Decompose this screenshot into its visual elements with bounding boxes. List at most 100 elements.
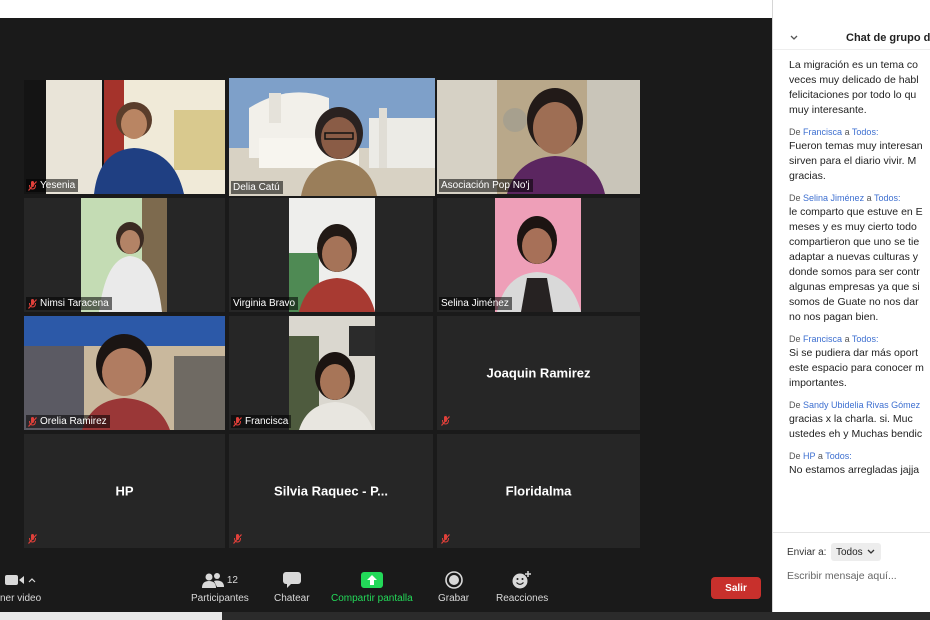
message-text: le comparto que estuve en E meses y es m… [789,206,923,323]
record-label: Grabar [438,593,470,604]
participant-video [24,198,225,312]
participant-name: HP [115,483,134,499]
participant-name: Delia Catú [233,182,280,193]
participant-name: Francisca [245,416,289,427]
video-gallery: Yesenia Delia Catú Asociación Pop No'j N… [0,18,772,566]
send-to-label: Enviar a: [787,547,827,558]
message-recipient[interactable]: Todos: [852,334,879,344]
participant-tile-floridalma[interactable]: Floridalma [437,434,640,548]
message-meta: De Francisca a Todos: [789,334,879,344]
participant-video [229,78,435,196]
participant-tile-joaquin-ramirez[interactable]: Joaquin Ramirez [437,316,640,430]
mic-muted-icon [441,416,450,426]
participants-icon [201,573,224,588]
zoom-meeting-window: Yesenia Delia Catú Asociación Pop No'j N… [0,0,930,620]
message-meta: De Sandy Ubidelia Rivas Gómez [789,400,921,410]
message-recipient[interactable]: Todos: [874,193,901,203]
meeting-controls: ner video 12 Participantes Chatear Compa… [0,566,772,612]
participant-tile-nimsi-taracena[interactable]: Nimsi Taracena [24,198,225,312]
record-button[interactable]: Grabar [438,569,469,604]
chevron-down-icon[interactable] [789,34,799,42]
message-sender[interactable]: Francisca [803,334,842,344]
participant-video [437,198,640,312]
mic-muted-icon [28,298,37,309]
participant-tile-delia-catu[interactable]: Delia Catú [229,78,435,196]
participant-video [437,80,640,194]
message-sender[interactable]: Francisca [803,127,842,137]
participant-name: Floridalma [505,483,572,499]
mic-muted-icon [28,180,37,191]
share-screen-button[interactable]: Compartir pantalla [331,569,413,604]
message-recipient[interactable]: Todos: [852,127,879,137]
participant-tile-orelia-ramirez[interactable]: Orelia Ramirez [24,316,225,430]
participants-button[interactable]: 12 Participantes [191,569,249,604]
participant-label: Francisca [231,415,292,428]
participant-name: Asociación Pop No'j [441,180,530,191]
participant-tile-silvia-raquec[interactable]: Silvia Raquec - P... [229,434,433,548]
participant-label: Asociación Pop No'j [439,179,533,192]
message-meta: De HP a Todos: [789,451,852,461]
participants-label: Participantes [191,593,249,604]
chat-message: De HP a Todos: No estamos arregladas jaj… [789,450,930,478]
chat-bubble-icon [282,572,301,588]
participant-name: Orelia Ramirez [40,416,107,427]
participant-video [229,316,433,430]
participant-video [24,316,225,430]
reactions-button[interactable]: Reacciones [496,569,548,604]
participant-tile-selina-jimenez[interactable]: Selina Jiménez [437,198,640,312]
participant-video [229,198,433,312]
send-to-value: Todos [836,546,863,558]
chat-message-input[interactable]: Escribir mensaje aquí... [787,570,927,582]
message-recipient[interactable]: Todos: [825,451,852,461]
participant-name: Yesenia [40,180,76,191]
participant-tile-hp[interactable]: HP [24,434,225,548]
chevron-up-icon[interactable] [28,577,36,583]
participant-tile-asociacion-pop-noj[interactable]: Asociación Pop No'j [437,80,640,194]
chat-message: De Francisca a Todos: Si se pudiera dar … [789,333,930,391]
os-taskbar [0,612,930,620]
chat-message: De Selina Jiménez a Todos: le comparto q… [789,192,930,325]
chat-header: Chat de grupo d [773,0,930,50]
message-text: Si se pudiera dar más oport este espacio… [789,347,924,389]
chat-label: Chatear [274,593,310,604]
mic-muted-icon [233,534,242,544]
message-meta: De Selina Jiménez a Todos: [789,193,901,203]
chat-message: La migración es un tema co veces muy del… [789,58,930,118]
share-screen-icon [360,572,383,588]
reactions-label: Reacciones [496,593,549,604]
participant-label: Delia Catú [231,181,283,194]
message-sender[interactable]: Selina Jiménez [803,193,864,203]
leave-button[interactable]: Salir [711,577,761,599]
chat-title: Chat de grupo d [846,32,930,44]
participant-label: Orelia Ramirez [26,415,110,428]
message-text: Fueron temas muy interesan sirven para e… [789,140,923,182]
chat-panel: Chat de grupo d La migración es un tema … [772,0,930,612]
participant-label: Yesenia [26,179,79,192]
participants-count: 12 [226,574,238,586]
message-sender[interactable]: HP [803,451,815,461]
participant-tile-yesenia[interactable]: Yesenia [24,80,225,194]
chat-button[interactable]: Chatear [274,569,310,604]
mic-muted-icon [28,416,37,427]
video-button[interactable]: ner video [0,569,41,604]
video-camera-icon [5,575,25,585]
participant-label: Nimsi Taracena [26,297,112,310]
message-text: gracias x la charla. si. Muc ustedes eh … [789,413,923,440]
mic-muted-icon [441,534,450,544]
participant-tile-virginia-bravo[interactable]: Virginia Bravo [229,198,433,312]
chat-compose: Enviar a: Todos Escribir mensaje aquí... [773,532,930,612]
video-label: ner video [0,593,42,604]
taskbar-search-area [0,612,222,620]
send-to-dropdown[interactable]: Todos [831,543,881,561]
participant-name: Selina Jiménez [441,298,509,309]
mic-muted-icon [28,534,37,544]
chevron-down-icon [867,549,875,554]
chat-message: De Francisca a Todos: Fueron temas muy i… [789,126,930,184]
participant-name: Joaquin Ramirez [486,365,591,381]
share-screen-label: Compartir pantalla [331,593,413,604]
smiley-plus-icon [512,571,532,589]
participant-name: Virginia Bravo [233,298,296,309]
message-sender[interactable]: Sandy Ubidelia Rivas Gómez [803,400,920,410]
top-strip [0,0,772,18]
participant-tile-francisca[interactable]: Francisca [229,316,433,430]
